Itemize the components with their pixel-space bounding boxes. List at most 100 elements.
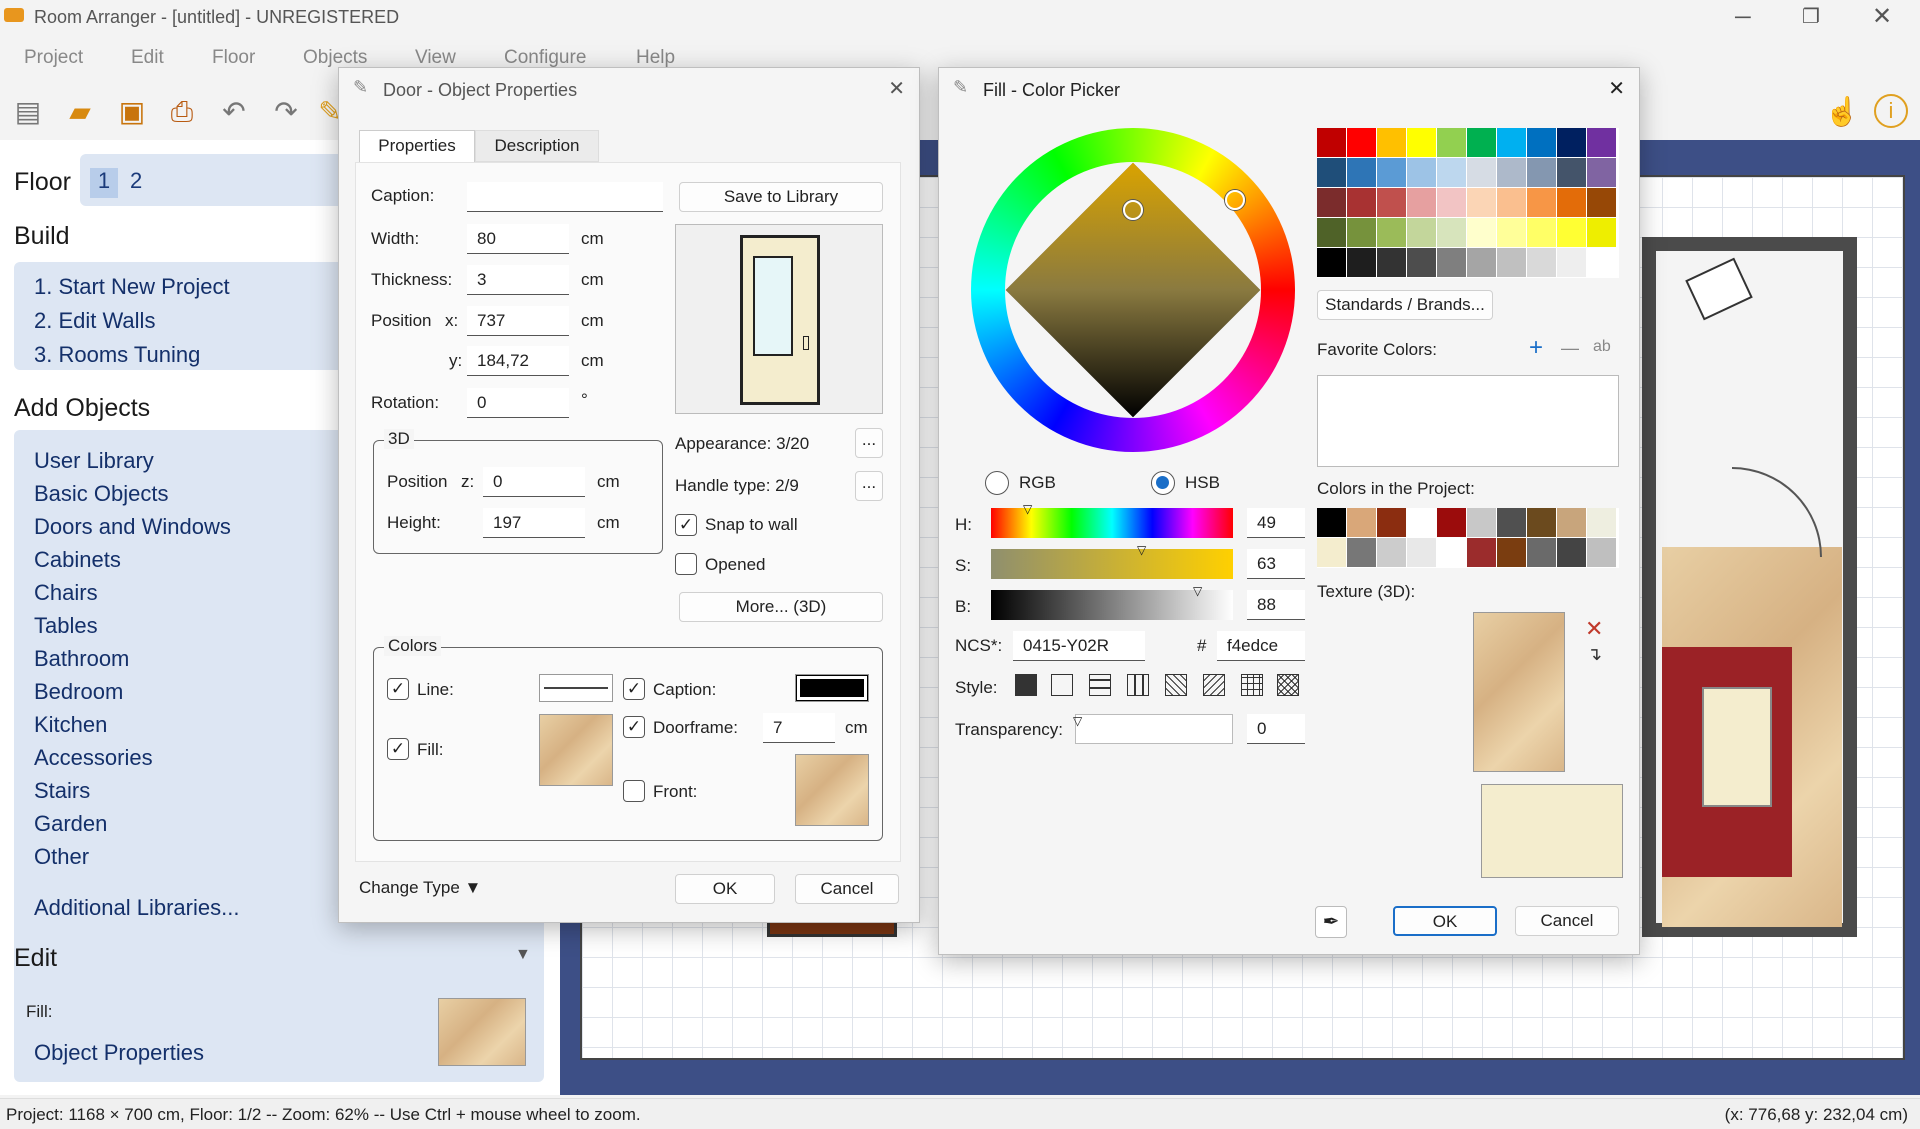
line-checkbox[interactable]: ✓ <box>387 678 409 700</box>
color-swatch[interactable] <box>1497 538 1526 567</box>
style-vertical-icon[interactable] <box>1127 674 1149 696</box>
favorite-colors-box[interactable] <box>1317 375 1619 467</box>
b-input[interactable] <box>1247 590 1305 620</box>
transparency-input[interactable] <box>1247 714 1305 744</box>
color-handle[interactable] <box>1123 200 1143 220</box>
cancel-button[interactable]: Cancel <box>795 874 899 904</box>
sofa[interactable] <box>1702 687 1772 807</box>
hue-slider-thumb[interactable]: ▽ <box>1023 502 1032 516</box>
hsb-radio[interactable] <box>1151 471 1175 495</box>
eyedropper-button[interactable]: ✒ <box>1315 906 1347 938</box>
objects-list-item[interactable]: Other <box>34 844 89 870</box>
ncs-input[interactable] <box>1013 631 1145 661</box>
color-swatch[interactable] <box>1407 158 1436 187</box>
new-project-icon[interactable]: ▤ <box>8 94 48 130</box>
style-diagonal-icon[interactable] <box>1165 674 1187 696</box>
color-swatch[interactable] <box>1347 128 1376 157</box>
style-grid-icon[interactable] <box>1241 674 1263 696</box>
hue-ring[interactable] <box>971 128 1295 452</box>
info-icon[interactable]: i <box>1874 94 1908 128</box>
snap-to-wall-checkbox[interactable]: ✓ <box>675 514 697 536</box>
color-swatch[interactable] <box>1587 188 1616 217</box>
color-swatch[interactable] <box>1587 158 1616 187</box>
menu-edit[interactable]: Edit <box>131 47 164 69</box>
color-swatch[interactable] <box>1317 248 1346 277</box>
close-icon[interactable]: ✕ <box>1608 76 1625 101</box>
color-swatch[interactable] <box>1557 218 1586 247</box>
hand-pointer-icon[interactable]: ☝ <box>1822 94 1862 130</box>
s-input[interactable] <box>1247 549 1305 579</box>
position-x-input[interactable] <box>467 306 569 336</box>
color-swatch[interactable] <box>1377 508 1406 537</box>
color-swatch[interactable] <box>1587 218 1616 247</box>
menu-objects[interactable]: Objects <box>303 47 367 69</box>
hue-handle[interactable] <box>1225 190 1245 210</box>
cancel-button[interactable]: Cancel <box>1515 906 1619 936</box>
color-swatch[interactable] <box>1377 158 1406 187</box>
edit-walls-link[interactable]: 2. Edit Walls <box>34 308 155 334</box>
save-to-library-button[interactable]: Save to Library <box>679 182 883 212</box>
opened-checkbox[interactable] <box>675 553 697 575</box>
objects-list-item[interactable]: Doors and Windows <box>34 514 231 540</box>
color-swatch[interactable] <box>1317 188 1346 217</box>
favorite-remove-icon[interactable]: — <box>1561 338 1579 359</box>
color-swatch[interactable] <box>1347 188 1376 217</box>
color-swatch[interactable] <box>1437 538 1466 567</box>
caption-input[interactable] <box>467 182 663 212</box>
color-swatch[interactable] <box>1407 128 1436 157</box>
color-swatch[interactable] <box>1407 218 1436 247</box>
objects-list-item[interactable]: Tables <box>34 613 98 639</box>
width-input[interactable] <box>467 224 569 254</box>
objects-list-item[interactable]: Bedroom <box>34 679 123 705</box>
menu-project[interactable]: Project <box>24 47 83 69</box>
color-swatch[interactable] <box>1347 538 1376 567</box>
transparency-slider-thumb[interactable]: ▽ <box>1073 714 1082 728</box>
more-3d-button[interactable]: More... (3D) <box>679 592 883 622</box>
color-swatch[interactable] <box>1377 188 1406 217</box>
transparency-slider[interactable] <box>1075 714 1233 744</box>
color-swatch[interactable] <box>1497 248 1526 277</box>
appearance-more-button[interactable]: ... <box>855 428 883 458</box>
additional-libraries-link[interactable]: Additional Libraries... <box>34 895 239 921</box>
fill-swatch[interactable] <box>438 998 526 1066</box>
tab-description[interactable]: Description <box>475 130 599 162</box>
objects-list-item[interactable]: Stairs <box>34 778 90 804</box>
color-swatch[interactable] <box>1497 508 1526 537</box>
color-swatch[interactable] <box>1407 508 1436 537</box>
line-style-swatch[interactable] <box>539 674 613 702</box>
close-icon[interactable]: ✕ <box>1872 2 1892 31</box>
color-swatch[interactable] <box>1437 218 1466 247</box>
object-properties-link[interactable]: Object Properties <box>34 1040 204 1066</box>
minimize-icon[interactable]: ─ <box>1735 4 1751 30</box>
ok-button[interactable]: OK <box>1393 906 1497 936</box>
color-swatch[interactable] <box>1467 248 1496 277</box>
saturation-slider-thumb[interactable]: ▽ <box>1137 543 1146 557</box>
thickness-input[interactable] <box>467 265 569 295</box>
style-empty-icon[interactable] <box>1051 674 1073 696</box>
objects-list-item[interactable]: User Library <box>34 448 154 474</box>
color-swatch[interactable] <box>1437 248 1466 277</box>
color-swatch[interactable] <box>1407 538 1436 567</box>
objects-list-item[interactable]: Bathroom <box>34 646 129 672</box>
caption-color-checkbox[interactable]: ✓ <box>623 678 645 700</box>
color-swatch[interactable] <box>1317 128 1346 157</box>
color-swatch[interactable] <box>1497 128 1526 157</box>
color-swatch[interactable] <box>1527 128 1556 157</box>
color-swatch[interactable] <box>1467 188 1496 217</box>
style-solid-icon[interactable] <box>1015 674 1037 696</box>
color-swatch[interactable] <box>1377 128 1406 157</box>
color-swatch[interactable] <box>1377 248 1406 277</box>
color-swatch[interactable] <box>1317 158 1346 187</box>
redo-icon[interactable]: ↷ <box>266 94 306 130</box>
doorframe-checkbox[interactable]: ✓ <box>623 716 645 738</box>
rooms-tuning-link[interactable]: 3. Rooms Tuning <box>34 342 200 368</box>
floor-2-button[interactable]: 2 <box>130 168 142 194</box>
brightness-slider-thumb[interactable]: ▽ <box>1193 584 1202 598</box>
color-swatch[interactable] <box>1317 538 1346 567</box>
favorite-add-icon[interactable]: + <box>1529 334 1543 362</box>
color-swatch[interactable] <box>1467 128 1496 157</box>
saturation-slider[interactable] <box>991 549 1233 579</box>
color-swatch[interactable] <box>1437 188 1466 217</box>
color-swatch[interactable] <box>1437 508 1466 537</box>
open-folder-icon[interactable]: ▰ <box>60 94 100 130</box>
